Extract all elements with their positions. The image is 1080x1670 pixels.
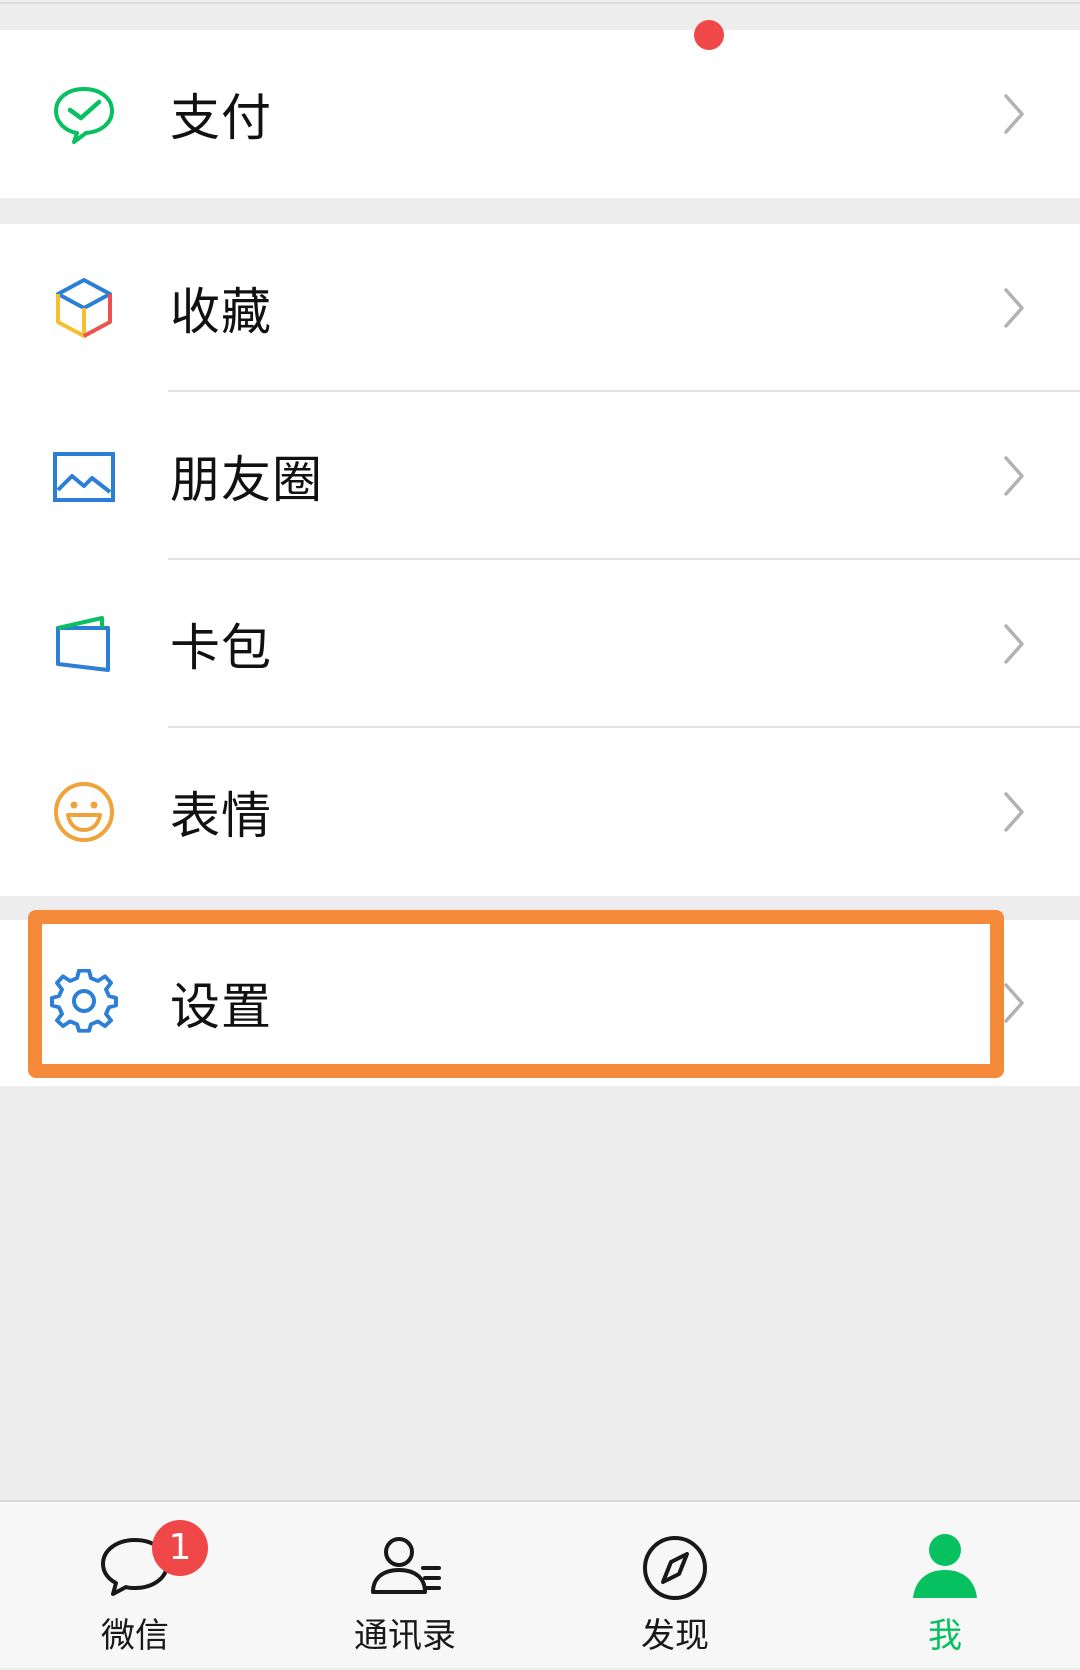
discover-notification-dot [694,20,724,50]
contacts-icon [365,1528,445,1604]
chevron-right-icon [1000,790,1028,834]
image-icon [50,442,118,510]
cube-icon [50,274,118,342]
chevron-right-icon [1000,454,1028,498]
chevron-right-icon [1000,622,1028,666]
tab-discover[interactable]: 发现 [540,1502,810,1670]
menu-item-stickers[interactable]: 表情 [0,728,1080,896]
menu-item-favorites[interactable]: 收藏 [0,224,1080,392]
unread-badge: 1 [152,1520,208,1576]
menu-item-label: 卡包 [170,619,272,677]
bottom-tab-bar: 1 微信 通讯录 发现 我 [0,1500,1080,1668]
tab-label: 通讯录 [354,1616,456,1656]
chevron-right-icon [1000,92,1028,136]
wechat-pay-icon [50,80,118,148]
pay-group: 支付 [0,30,1080,198]
compass-icon [635,1528,715,1604]
menu-item-pay[interactable]: 支付 [0,30,1080,198]
tab-label: 发现 [641,1616,709,1656]
menu-item-cards[interactable]: 卡包 [0,560,1080,728]
tab-label: 微信 [101,1616,169,1656]
tab-contacts[interactable]: 通讯录 [270,1502,540,1670]
menu-item-label: 收藏 [170,283,272,341]
settings-highlight-box [28,910,1004,1078]
menu-item-label: 支付 [170,89,272,147]
tab-me[interactable]: 我 [810,1502,1080,1670]
chevron-right-icon [1000,981,1028,1025]
menu-item-moments[interactable]: 朋友圈 [0,392,1080,560]
card-icon [50,610,118,678]
chevron-right-icon [1000,286,1028,330]
person-icon [905,1528,985,1604]
tab-label: 我 [928,1616,962,1656]
top-divider [0,0,1080,30]
smiley-icon [50,778,118,846]
menu-item-label: 朋友圈 [170,451,323,509]
tab-chats[interactable]: 1 微信 [0,1502,270,1670]
menu-item-label: 表情 [170,787,272,845]
features-group: 收藏 朋友圈 卡包 表情 [0,224,1080,896]
